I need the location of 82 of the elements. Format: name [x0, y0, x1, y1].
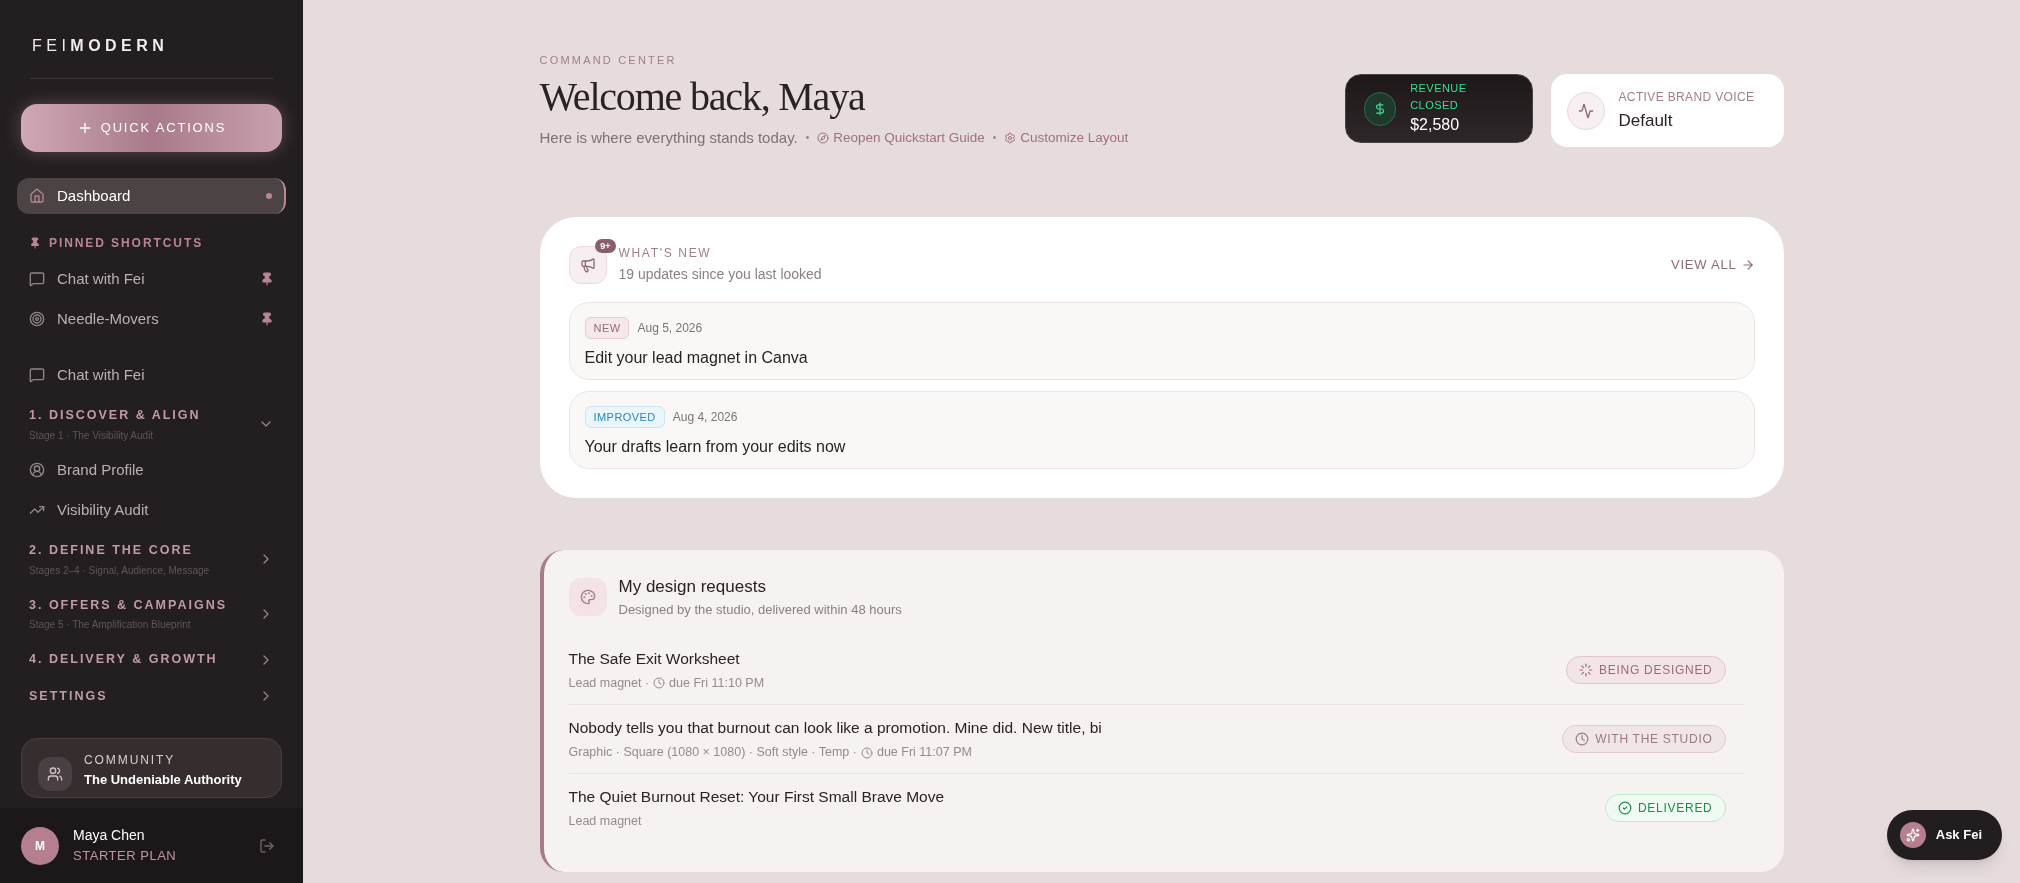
section-title: SETTINGS [29, 688, 109, 705]
request-title: The Quiet Burnout Reset: Your First Small Brave Move [568, 787, 946, 807]
stat-label: ACTIVE BRAND VOICE [1618, 88, 1755, 106]
status-badge: DELIVERED [1605, 794, 1726, 822]
logo: FEI MODERN [32, 36, 170, 56]
update-item[interactable]: IMPROVED Aug 4, 2026 Your drafts learn from your edits now [568, 391, 1755, 469]
chat-icon [29, 271, 45, 287]
due-time: due Fri 11:10 PM [669, 674, 765, 692]
community-card[interactable]: COMMUNITY The Undeniable Authority [21, 737, 282, 798]
status-badge: WITH THE STUDIO [1562, 725, 1726, 753]
card-subtitle: 19 updates since you last looked [618, 265, 823, 284]
section-header[interactable]: 2. DEFINE THE CORE Stages 2–4 · Signal, Audience, Message [17, 540, 286, 578]
card-title: My design requests [618, 576, 767, 598]
megaphone-icon [579, 256, 596, 273]
card-eyebrow: WHAT'S NEW [618, 245, 713, 262]
update-tag: IMPROVED [584, 406, 665, 428]
chat-icon [29, 367, 45, 383]
sparkles-icon [1905, 828, 1920, 842]
clock-icon [1575, 732, 1590, 746]
page-title: Welcome back, Maya [539, 72, 867, 121]
gear-icon [1004, 131, 1017, 144]
nav-item[interactable]: Dashboard [17, 178, 286, 214]
section-label: PINNED SHORTCUTS [49, 235, 204, 252]
section-header[interactable]: 4. DELIVERY & GROWTH [17, 650, 286, 669]
separator-dot: • [992, 131, 997, 146]
card-subtitle: Designed by the studio, delivered within 48 hours [618, 600, 902, 619]
request-title: Nobody tells you that burnout can look like a promotion. Mine did. New title, bi [568, 718, 1103, 738]
clock-icon [653, 677, 666, 690]
plan-label: STARTER PLAN [73, 847, 178, 866]
request-meta: Lead magnet [568, 813, 642, 831]
request-row[interactable]: The Quiet Burnout Reset: Your First Small Brave Move Lead magnet DELIVERED [568, 773, 1744, 842]
update-title: Your drafts learn from your edits now [584, 437, 847, 457]
logout-icon[interactable] [259, 837, 275, 854]
stat-value: Default [1618, 109, 1674, 132]
target-icon [29, 311, 45, 327]
stat-label: REVENUE CLOSED [1410, 81, 1468, 113]
update-tag: NEW [584, 317, 630, 339]
pin-icon[interactable] [260, 312, 274, 326]
status-badge: BEING DESIGNED [1566, 655, 1726, 684]
user-name: Maya Chen [73, 826, 146, 846]
update-item[interactable]: NEW Aug 5, 2026 Edit your lead magnet in Canva [568, 302, 1755, 380]
view-all-link[interactable]: VIEW ALL [1671, 254, 1755, 275]
section-title: 4. DELIVERY & GROWTH [29, 651, 219, 669]
community-title: The Undeniable Authority [84, 770, 242, 789]
nav-item[interactable]: Chat with Fei [17, 362, 286, 388]
compass-icon [817, 131, 830, 144]
update-date: Aug 4, 2026 [672, 409, 738, 426]
home-icon [29, 188, 45, 204]
stat-value: $2,580 [1410, 115, 1461, 135]
request-title: The Safe Exit Worksheet [568, 648, 741, 669]
avatar: M [21, 826, 59, 865]
pin-icon [29, 237, 41, 249]
pin-icon[interactable] [260, 272, 274, 286]
section-title: 2. DEFINE THE CORE [29, 541, 194, 559]
community-label: COMMUNITY [84, 751, 177, 769]
section-title: 1. DISCOVER & ALIGN [29, 407, 202, 424]
clock-icon [860, 746, 873, 759]
page-subtitle: Here is where everything stands today. [539, 127, 798, 148]
update-date: Aug 5, 2026 [637, 320, 703, 337]
pulse-icon [1577, 102, 1594, 119]
ask-fei-button[interactable]: Ask Fei [1886, 810, 2002, 860]
update-title: Edit your lead magnet in Canva [584, 348, 809, 368]
request-row[interactable]: Nobody tells you that burnout can look like a promotion. Mine did. New title, bi Graphic · Square (1080 × 1080) · Soft style · Temp · due Fri 11:07 PM WITH THE STUDIO [568, 704, 1744, 773]
section-header[interactable]: SETTINGS [17, 687, 286, 706]
nav-item[interactable]: Needle-Movers [17, 306, 286, 332]
nav-item[interactable]: Brand Profile [17, 456, 286, 483]
section-subtitle: Stages 2–4 · Signal, Audience, Message [29, 563, 211, 578]
request-meta: Lead magnet · [568, 674, 650, 692]
section-title: 3. OFFERS & CAMPAIGNS [29, 596, 229, 614]
spinner-icon [1579, 662, 1594, 677]
request-row[interactable]: The Safe Exit Worksheet Lead magnet · due Fri 11:10 PM BEING DESIGNED [568, 635, 1744, 704]
eyebrow: COMMAND CENTER [539, 53, 678, 68]
separator-dot: • [805, 131, 810, 146]
nav-item[interactable]: Visibility Audit [17, 496, 286, 523]
users-icon [47, 765, 63, 782]
nav-item[interactable]: Chat with Fei [17, 266, 286, 292]
due-time: due Fri 11:07 PM [876, 744, 972, 762]
count-badge: 9+ [595, 238, 616, 253]
request-meta: Graphic · Square (1080 × 1080) · Soft style · Temp · [568, 744, 857, 762]
palette-icon [579, 588, 596, 605]
user-circle-icon [29, 461, 45, 478]
check-circle-icon [1618, 801, 1632, 815]
